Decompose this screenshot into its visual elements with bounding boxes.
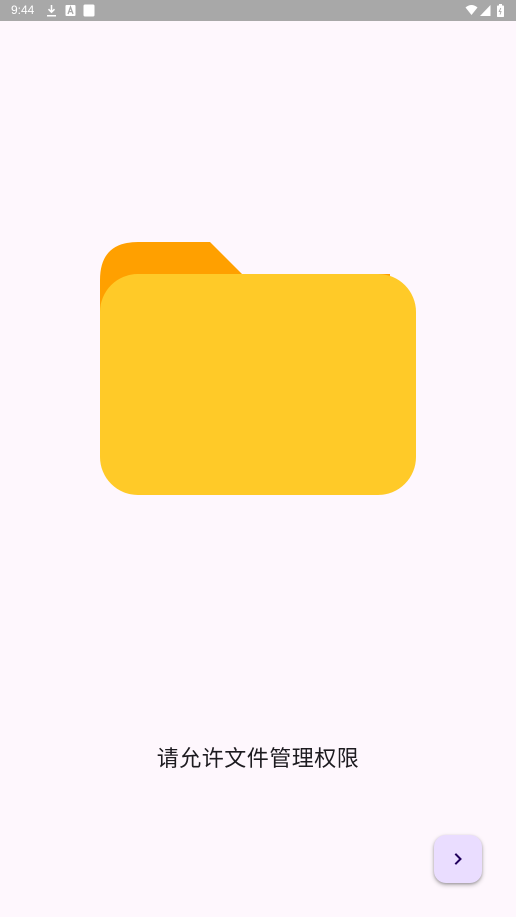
folder-icon <box>100 242 416 495</box>
status-time: 9:44 <box>11 3 35 17</box>
a-badge-icon <box>65 5 76 16</box>
download-icon <box>47 5 56 17</box>
status-bar: 9:44 <box>0 0 516 21</box>
wifi-icon <box>465 5 478 15</box>
signal-icon <box>480 5 491 16</box>
permission-message: 请允许文件管理权限 <box>156 747 360 772</box>
folder-front <box>100 274 416 495</box>
next-button[interactable] <box>434 835 482 883</box>
battery-icon <box>497 4 504 17</box>
square-icon <box>83 4 95 17</box>
chevron-right-icon <box>454 853 462 865</box>
